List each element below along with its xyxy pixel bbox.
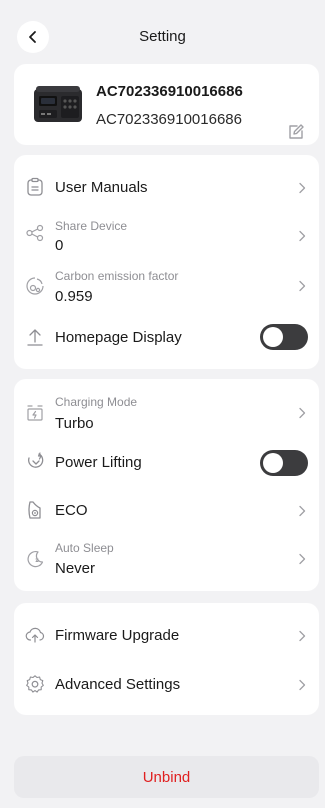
chevron-right-icon (299, 679, 306, 691)
device-serial: AC702336910016686 (96, 111, 242, 128)
chevron-right-icon (299, 182, 306, 194)
share-device-value: 0 (55, 237, 64, 254)
chevron-right-icon (299, 553, 306, 565)
user-manuals-row[interactable]: User Manuals (14, 155, 319, 213)
carbon-factor-label: Carbon emission factor (55, 269, 179, 283)
share-device-label: Share Device (55, 219, 128, 233)
toggle-knob (263, 453, 283, 473)
charging-mode-value: Turbo (55, 415, 94, 432)
eco-icon (28, 501, 41, 519)
auto-sleep-value: Never (55, 560, 96, 577)
homepage-display-row: Homepage Display (14, 315, 319, 365)
battery-charging-icon (27, 405, 43, 421)
auto-sleep-label: Auto Sleep (55, 541, 114, 555)
power-lifting-icon (28, 452, 44, 468)
user-manuals-label: User Manuals (55, 179, 148, 196)
carbon-factor-row[interactable]: Carbon emission factor 0.959 (14, 264, 319, 310)
header-bar: Setting (0, 0, 325, 62)
page-title: Setting (139, 28, 186, 45)
charging-mode-row[interactable]: Charging Mode Turbo (14, 387, 319, 439)
firmware-upgrade-label: Firmware Upgrade (55, 627, 180, 644)
device-card[interactable]: AC702336910016686 AC702336910016686 (14, 64, 319, 145)
power-lifting-row: Power Lifting (14, 443, 319, 483)
settings-group-general: User Manuals Share Device 0 Carbon emiss… (14, 155, 319, 369)
homepage-display-toggle[interactable] (260, 324, 308, 350)
charging-mode-label: Charging Mode (55, 395, 138, 409)
leaf-icon (26, 277, 44, 295)
eco-row[interactable]: ECO (14, 489, 319, 531)
upload-icon (27, 329, 43, 346)
clipboard-icon (27, 177, 43, 196)
homepage-display-label: Homepage Display (55, 329, 182, 346)
carbon-factor-value: 0.959 (55, 288, 93, 305)
advanced-settings-label: Advanced Settings (55, 676, 181, 693)
device-name: AC702336910016686 (96, 83, 243, 100)
settings-group-power: Charging Mode Turbo Power Lifting ECO Au… (14, 379, 319, 591)
cloud-upload-icon (25, 627, 45, 643)
advanced-settings-row[interactable]: Advanced Settings (14, 663, 319, 705)
chevron-right-icon (299, 505, 306, 517)
chevron-right-icon (299, 630, 306, 642)
settings-group-system: Firmware Upgrade Advanced Settings (14, 603, 319, 715)
power-lifting-label: Power Lifting (55, 454, 142, 471)
share-device-row[interactable]: Share Device 0 (14, 213, 319, 259)
share-icon (26, 224, 44, 242)
chevron-right-icon (299, 407, 306, 419)
power-station-image (34, 86, 82, 122)
edit-icon[interactable] (286, 122, 306, 142)
eco-label: ECO (55, 502, 88, 519)
firmware-upgrade-row[interactable]: Firmware Upgrade (14, 615, 319, 657)
chevron-right-icon (299, 230, 306, 242)
auto-sleep-row[interactable]: Auto Sleep Never (14, 535, 319, 585)
unbind-button[interactable]: Unbind (14, 756, 319, 798)
toggle-knob (263, 327, 283, 347)
power-lifting-toggle[interactable] (260, 450, 308, 476)
chevron-right-icon (299, 280, 306, 292)
gear-icon (26, 675, 44, 693)
moon-icon (27, 551, 44, 568)
